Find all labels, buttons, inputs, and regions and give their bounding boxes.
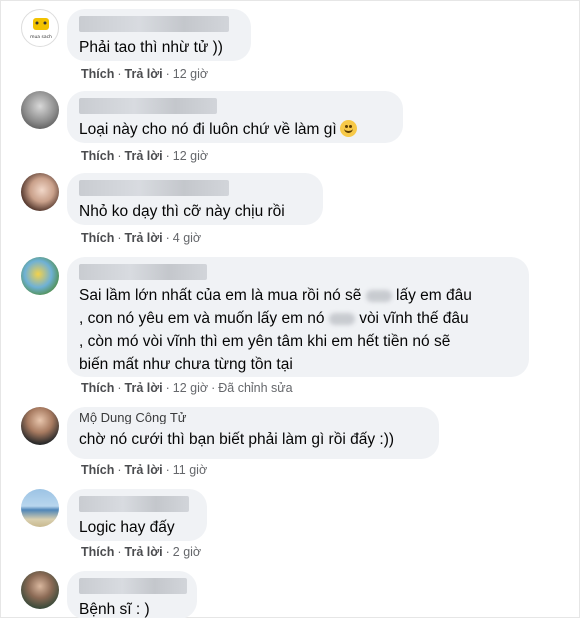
- smile-emoji-icon: [339, 120, 357, 137]
- comment-actions: Thích · Trả lời · 12 giờ · Đã chỉnh sửa: [81, 381, 293, 395]
- svg-text:mua sach: mua sach: [30, 34, 52, 40]
- edited-label[interactable]: Đã chỉnh sửa: [218, 381, 292, 395]
- comment-actions: Thích · Trả lời · 12 giờ: [81, 149, 209, 163]
- like-link[interactable]: Thích: [81, 463, 114, 477]
- avatar[interactable]: [21, 571, 59, 609]
- avatar[interactable]: [21, 91, 59, 129]
- comment-text: chờ nó cưới thì bạn biết phải làm gì rồi…: [79, 431, 395, 448]
- author-name-redacted[interactable]: [79, 496, 189, 512]
- comment-actions: Thích · Trả lời · 12 giờ: [81, 67, 209, 81]
- avatar[interactable]: [21, 257, 59, 295]
- like-link[interactable]: Thích: [81, 231, 114, 245]
- avatar[interactable]: [21, 173, 59, 211]
- comment-thread: mua sach Phải tao thì nhừ tử )) Thích · Tr…: [0, 0, 580, 618]
- reply-link[interactable]: Trả lời: [125, 463, 163, 477]
- comment-actions: Thích · Trả lời · 2 giờ: [81, 545, 202, 559]
- timestamp[interactable]: 2 giờ: [173, 545, 201, 559]
- like-link[interactable]: Thích: [81, 381, 114, 395]
- avatar[interactable]: [21, 489, 59, 527]
- comment-bubble: Loại này cho nó đi luôn chứ về làm gì: [67, 91, 403, 143]
- comment-bubble: Mộ Dung Công Tử chờ nó cưới thì bạn biết…: [67, 407, 439, 459]
- author-name-redacted[interactable]: [79, 578, 187, 594]
- timestamp[interactable]: 4 giờ: [173, 231, 201, 245]
- author-name-redacted[interactable]: [79, 180, 229, 196]
- comment-bubble: Sai lầm lớn nhất của em là mua rồi nó sẽ…: [67, 257, 529, 377]
- author-name-redacted[interactable]: [79, 16, 229, 32]
- avatar[interactable]: mua sach: [21, 9, 59, 47]
- comment-text: Sai lầm lớn nhất của em là mua rồi nó sẽ…: [79, 287, 472, 373]
- author-name[interactable]: Mộ Dung Công Tử: [79, 410, 427, 424]
- comment-text: Nhỏ ko dạy thì cỡ này chịu rồi: [79, 203, 285, 220]
- timestamp[interactable]: 12 giờ: [173, 149, 208, 163]
- censored-word: [328, 312, 355, 325]
- reply-link[interactable]: Trả lời: [125, 545, 163, 559]
- reply-link[interactable]: Trả lời: [125, 149, 163, 163]
- reply-link[interactable]: Trả lời: [125, 381, 163, 395]
- comment-bubble: Phải tao thì nhừ tử )): [67, 9, 251, 61]
- comment-bubble: Bệnh sĩ : ): [67, 571, 197, 618]
- comment-bubble: Nhỏ ko dạy thì cỡ này chịu rồi: [67, 173, 323, 225]
- comment-text: Phải tao thì nhừ tử )): [79, 39, 223, 56]
- timestamp[interactable]: 12 giờ: [173, 67, 208, 81]
- comment-text: Loại này cho nó đi luôn chứ về làm gì: [79, 118, 391, 141]
- comment-actions: Thích · Trả lời · 4 giờ: [81, 231, 202, 245]
- like-link[interactable]: Thích: [81, 149, 114, 163]
- reply-link[interactable]: Trả lời: [125, 67, 163, 81]
- avatar[interactable]: [21, 407, 59, 445]
- author-name-redacted[interactable]: [79, 264, 207, 280]
- comment-bubble: Logic hay đấy: [67, 489, 207, 541]
- comment-actions: Thích · Trả lời · 11 giờ: [81, 463, 208, 477]
- timestamp[interactable]: 12 giờ: [173, 381, 208, 395]
- timestamp[interactable]: 11 giờ: [173, 463, 207, 477]
- censored-word: [365, 289, 392, 302]
- comment-text: Logic hay đấy: [79, 519, 175, 536]
- comment-text: Bệnh sĩ : ): [79, 601, 150, 618]
- author-name-redacted[interactable]: [79, 98, 217, 114]
- like-link[interactable]: Thích: [81, 545, 114, 559]
- reply-link[interactable]: Trả lời: [125, 231, 163, 245]
- like-link[interactable]: Thích: [81, 67, 114, 81]
